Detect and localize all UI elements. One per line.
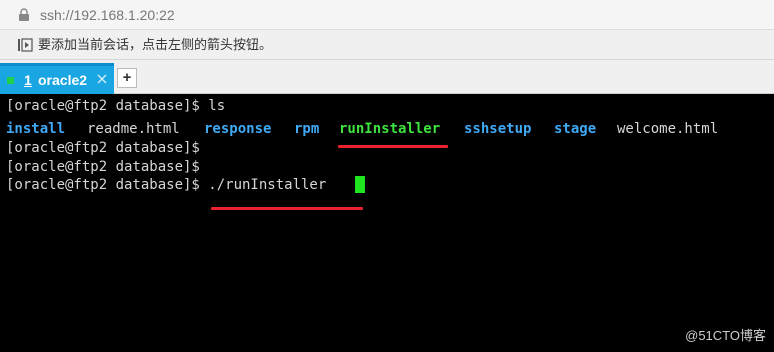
watermark: @51CTO博客 bbox=[685, 328, 766, 343]
tab-label: oracle2 bbox=[38, 72, 88, 88]
terminal-cursor bbox=[355, 176, 365, 193]
close-icon[interactable] bbox=[97, 74, 107, 84]
ls-entry-sshsetup: sshsetup bbox=[464, 121, 532, 137]
session-hint-bar: 要添加当前会话，点击左侧的箭头按钮。 bbox=[0, 30, 774, 60]
ls-entry-welcome: welcome.html bbox=[617, 121, 719, 137]
tab-bar: 1 oracle2 + bbox=[0, 60, 774, 94]
ls-entry-readme: readme.html bbox=[87, 121, 180, 137]
ls-entry-stage: stage bbox=[554, 121, 597, 137]
terminal-line: [oracle@ftp2 database]$ ls bbox=[6, 98, 226, 114]
address-url[interactable]: ssh://192.168.1.20:22 bbox=[40, 6, 175, 24]
ssh-client-window: ssh://192.168.1.20:22 要添加当前会话，点击左侧的箭头按钮。… bbox=[0, 0, 774, 352]
tab-oracle2[interactable]: 1 oracle2 bbox=[0, 63, 114, 94]
tab-index: 1 bbox=[24, 72, 32, 88]
session-hint-text: 要添加当前会话，点击左侧的箭头按钮。 bbox=[38, 37, 273, 52]
terminal-command-line: [oracle@ftp2 database]$ ./runInstaller bbox=[6, 177, 327, 193]
connection-status-icon bbox=[7, 77, 14, 84]
ls-entry-rpm: rpm bbox=[294, 121, 320, 137]
ls-entry-runinstaller: runInstaller bbox=[339, 121, 441, 137]
ls-entry-install: install bbox=[6, 121, 66, 137]
lock-icon bbox=[19, 8, 29, 21]
runinstaller-highlight-underline bbox=[338, 145, 448, 148]
new-tab-button[interactable]: + bbox=[117, 68, 137, 88]
terminal-line: [oracle@ftp2 database]$ bbox=[6, 159, 200, 175]
command-highlight-underline bbox=[211, 207, 363, 210]
terminal-output[interactable]: [oracle@ftp2 database]$ ls install readm… bbox=[0, 94, 774, 352]
terminal-line: [oracle@ftp2 database]$ bbox=[6, 140, 200, 156]
send-keys-icon[interactable] bbox=[17, 37, 33, 53]
ls-entry-response: response bbox=[204, 121, 272, 137]
address-bar[interactable]: ssh://192.168.1.20:22 bbox=[0, 0, 774, 30]
